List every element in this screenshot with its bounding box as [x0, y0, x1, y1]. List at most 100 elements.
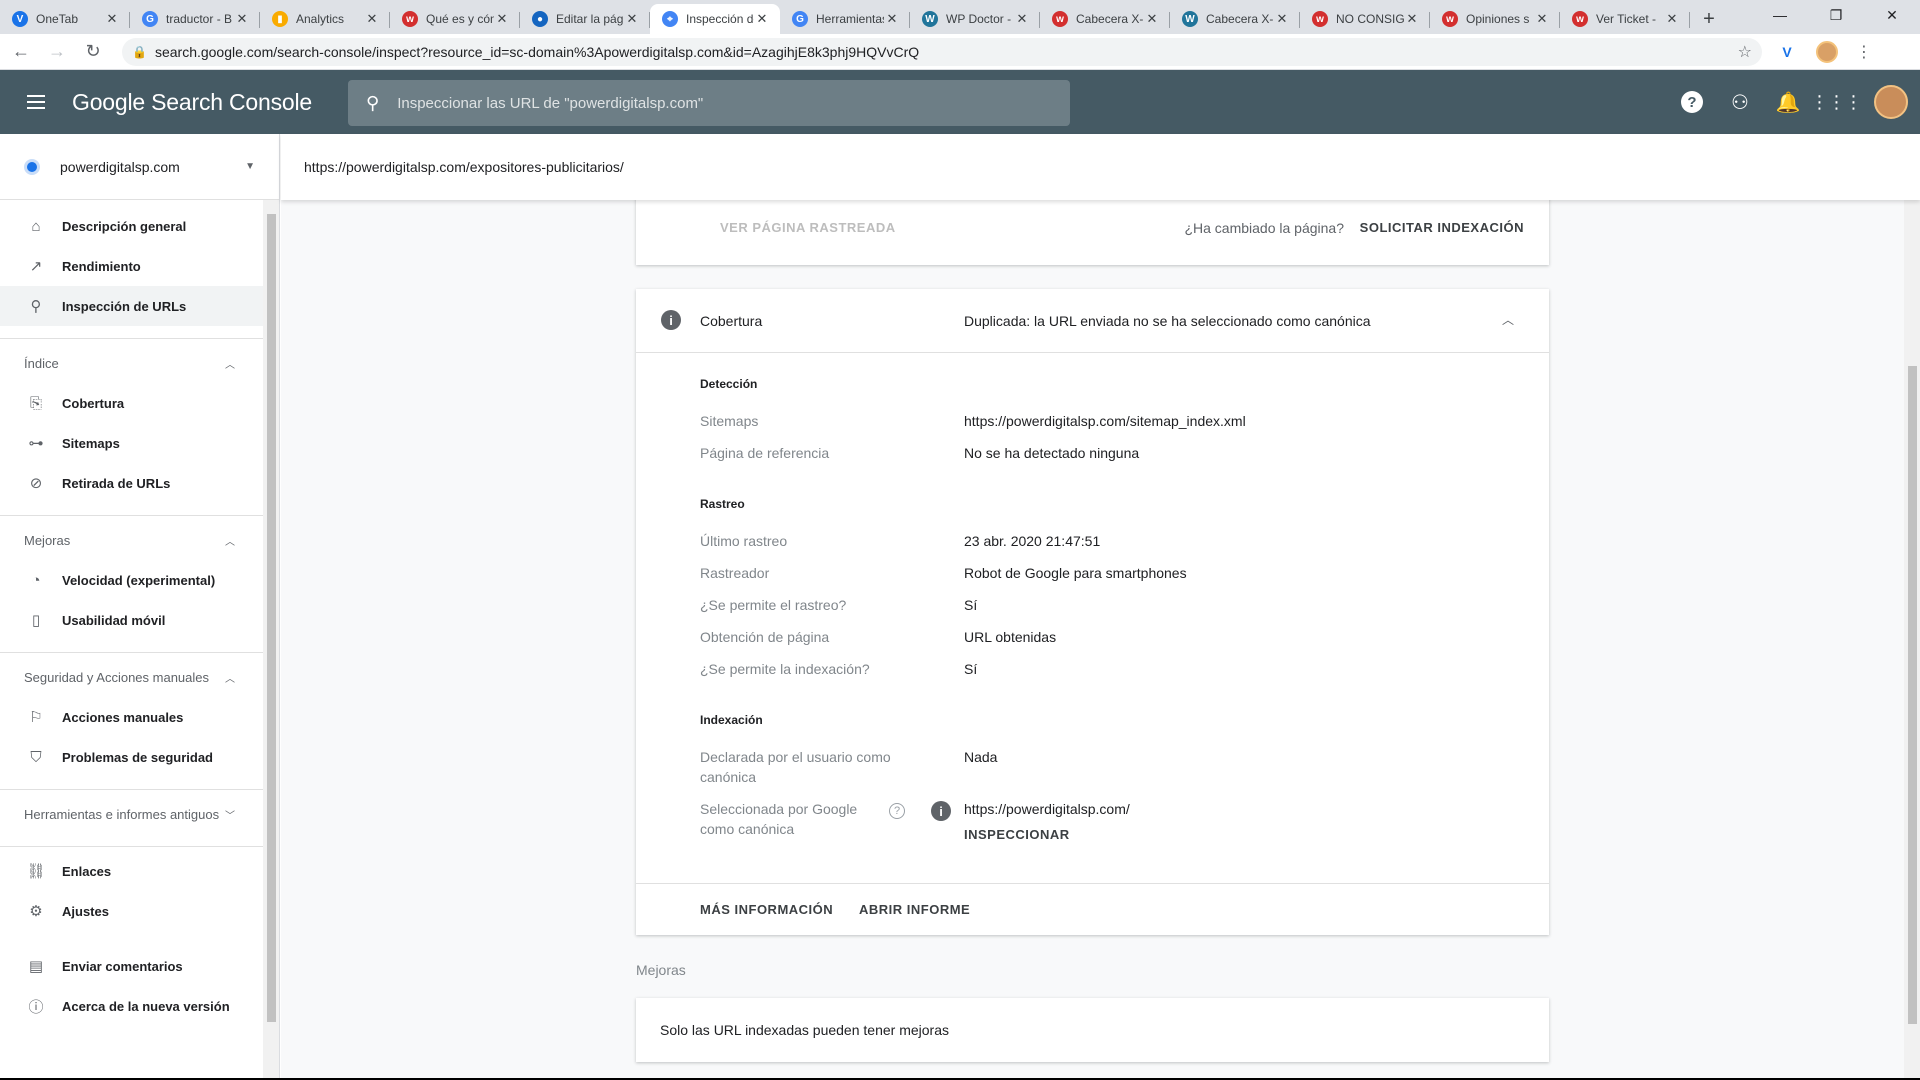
browser-tab-title: traductor - B: [166, 12, 233, 26]
sidebar-item-label: Ajustes: [62, 903, 109, 919]
close-tab-icon[interactable]: ✕: [1664, 11, 1680, 27]
view-crawled-page-button[interactable]: VER PÁGINA RASTREADA: [720, 220, 896, 235]
sidebar-item-label: Descripción general: [62, 218, 187, 234]
sidebar-item-home[interactable]: ⌂ Descripción general: [0, 206, 263, 246]
file-copy-icon: ⎘: [29, 394, 42, 412]
menu-icon[interactable]: [0, 70, 72, 134]
coverage-header[interactable]: i Cobertura Duplicada: la URL enviada no…: [636, 289, 1549, 353]
extension-icon[interactable]: V: [1772, 37, 1802, 67]
browser-tab-title: OneTab: [36, 12, 79, 26]
notifications-icon[interactable]: 🔔: [1764, 78, 1812, 126]
sidebar-item-feedback[interactable]: ▤ Enviar comentarios: [0, 946, 263, 986]
forward-icon[interactable]: →: [42, 37, 72, 67]
sidebar-item-label: Enlaces: [62, 863, 112, 879]
sidebar-item-trending-up[interactable]: ↗ Rendimiento: [0, 246, 263, 286]
browser-tab[interactable]: w Cabecera X- ✕: [1040, 4, 1170, 34]
sidebar-section-header[interactable]: Índice ︿: [0, 339, 263, 383]
sidebar-item-info-outline[interactable]: ⓘ Acerca de la nueva versión: [0, 986, 263, 1026]
sidebar-item-search[interactable]: ⚲ Inspección de URLs: [0, 286, 263, 326]
reload-icon[interactable]: ↻: [78, 37, 108, 67]
apps-grid-icon[interactable]: ⋮⋮⋮: [1811, 78, 1863, 126]
close-tab-icon[interactable]: ✕: [1014, 11, 1030, 27]
chevron-up-icon[interactable]: ︿: [1502, 311, 1514, 328]
browser-tab[interactable]: w Ver Ticket - ✕: [1560, 4, 1690, 34]
close-tab-icon[interactable]: ✕: [1404, 11, 1420, 27]
browser-tab[interactable]: ⌖ Inspección de ✕: [650, 4, 780, 34]
detail-value: Sí: [964, 597, 978, 613]
chevron-down-icon: ﹀: [225, 811, 235, 822]
account-avatar[interactable]: [1874, 85, 1908, 119]
trending-up-icon: ↗: [29, 258, 43, 275]
browser-tab[interactable]: G Herramientas ✕: [780, 4, 910, 34]
sidebar-item-visibility-off[interactable]: ⊘ Retirada de URLs: [0, 463, 263, 503]
sidebar-section-header[interactable]: Herramientas e informes antiguos ﹀: [0, 790, 263, 834]
minimize-icon[interactable]: —: [1752, 0, 1808, 30]
detail-label: Declarada por el usuario como canónica: [700, 749, 891, 785]
sidebar-item-sitemap[interactable]: ⊶ Sitemaps: [0, 423, 263, 463]
sidebar: powerdigitalsp.com ▼ ⌂ Descripción genera…: [0, 134, 280, 1080]
browser-tab[interactable]: w Opiniones s ✕: [1430, 4, 1560, 34]
request-indexing-button[interactable]: SOLICITAR INDEXACIÓN: [1360, 220, 1524, 235]
close-tab-icon[interactable]: ✕: [884, 11, 900, 27]
speed-icon: ◔: [31, 571, 41, 589]
browser-tab[interactable]: w Qué es y cómo✕: [390, 4, 520, 34]
browser-tab[interactable]: ● Editar la pági ✕: [520, 4, 650, 34]
close-tab-icon[interactable]: ✕: [494, 11, 510, 27]
crawl-title: Rastreo: [700, 497, 745, 511]
sidebar-item-speed[interactable]: ◔ Velocidad (experimental): [0, 560, 263, 600]
browser-tab[interactable]: W WP Doctor - ✕: [910, 4, 1040, 34]
back-icon[interactable]: ←: [6, 37, 36, 67]
browser-tab-title: Editar la pági: [556, 12, 624, 26]
help-outline-icon[interactable]: ?: [889, 803, 905, 819]
address-bar[interactable]: 🔒 search.google.com/search-console/inspe…: [122, 37, 1762, 66]
more-info-button[interactable]: MÁS INFORMACIÓN: [700, 902, 833, 917]
detail-label: ¿Se permite el rastreo?: [700, 597, 847, 613]
sidebar-section-title: Índice: [24, 356, 59, 371]
sidebar-item-smartphone[interactable]: ▯ Usabilidad móvil: [0, 600, 263, 640]
sidebar-section-header[interactable]: Mejoras ︿: [0, 516, 263, 560]
help-icon[interactable]: ?: [1668, 78, 1716, 126]
restore-icon[interactable]: ❐: [1808, 0, 1864, 30]
manage-users-icon[interactable]: ⚇: [1716, 78, 1764, 126]
sidebar-scrollbar[interactable]: [263, 200, 279, 1080]
close-tab-icon[interactable]: ✕: [754, 11, 770, 27]
sidebar-item-file-copy[interactable]: ⎘ Cobertura: [0, 383, 263, 423]
close-tab-icon[interactable]: ✕: [104, 11, 120, 27]
close-tab-icon[interactable]: ✕: [1274, 11, 1290, 27]
browser-menu-icon[interactable]: ⋮: [1852, 42, 1876, 62]
sidebar-item-shield[interactable]: ⛉ Problemas de seguridad: [0, 737, 263, 777]
dropdown-caret-icon: ▼: [245, 161, 255, 172]
main-scrollbar[interactable]: [1904, 200, 1920, 1080]
property-selector[interactable]: powerdigitalsp.com ▼: [0, 134, 279, 200]
new-tab-button[interactable]: +: [1694, 4, 1724, 34]
coverage-label: Cobertura: [700, 313, 763, 329]
browser-tab[interactable]: ▮ Analytics ✕: [260, 4, 390, 34]
url-inspect-input[interactable]: [397, 94, 1052, 112]
close-tab-icon[interactable]: ✕: [234, 11, 250, 27]
sidebar-item-label: Rendimiento: [62, 258, 141, 274]
header-actions: ? ⚇ 🔔 ⋮⋮⋮: [1668, 70, 1920, 134]
inspect-canonical-button[interactable]: INSPECCIONAR: [964, 827, 1070, 842]
open-report-button[interactable]: ABRIR INFORME: [859, 902, 970, 917]
sidebar-item-links[interactable]: ⛓ Enlaces: [0, 851, 263, 891]
close-tab-icon[interactable]: ✕: [624, 11, 640, 27]
browser-tab[interactable]: Gtraductor - B ✕: [130, 4, 260, 34]
browser-tab[interactable]: W Cabecera X- ✕: [1170, 4, 1300, 34]
close-tab-icon[interactable]: ✕: [1144, 11, 1160, 27]
chevron-up-icon: ︿: [225, 537, 235, 548]
close-tab-icon[interactable]: ✕: [1534, 11, 1550, 27]
close-tab-icon[interactable]: ✕: [364, 11, 380, 27]
bookmark-star-icon[interactable]: ☆: [1738, 42, 1752, 62]
property-icon: [24, 158, 40, 175]
browser-profile-avatar[interactable]: [1816, 40, 1838, 63]
close-window-icon[interactable]: ✕: [1864, 0, 1920, 30]
wordpress-icon: W: [1182, 11, 1198, 27]
sidebar-item-flag[interactable]: ⚐ Acciones manuales: [0, 697, 263, 737]
gsc-icon: ⌖: [662, 11, 678, 27]
info-icon[interactable]: i: [931, 801, 951, 821]
browser-tab-title: Cabecera X-: [1076, 12, 1144, 26]
browser-tab[interactable]: w NO CONSIGUE✕: [1300, 4, 1430, 34]
sidebar-item-settings[interactable]: ⚙ Ajustes: [0, 891, 263, 931]
browser-tab[interactable]: V OneTab ✕: [0, 4, 130, 34]
sidebar-section-header[interactable]: Seguridad y Acciones manuales ︿: [0, 653, 263, 697]
